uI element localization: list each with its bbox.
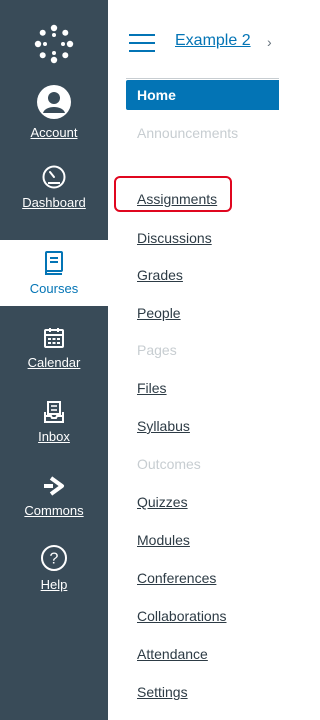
- course-nav-conferences[interactable]: Conferences: [126, 563, 216, 593]
- nav-dashboard[interactable]: Dashboard: [0, 164, 108, 210]
- dashboard-icon: [41, 164, 67, 193]
- course-nav-quizzes[interactable]: Quizzes: [126, 487, 188, 517]
- nav-label-account: Account: [30, 125, 78, 140]
- commons-icon: [42, 474, 66, 501]
- course-nav-pages[interactable]: Pages: [126, 335, 177, 365]
- help-icon: ?: [40, 544, 68, 575]
- header-divider: [126, 78, 279, 79]
- nav-label-commons: Commons: [24, 503, 84, 518]
- course-nav-syllabus[interactable]: Syllabus: [126, 411, 190, 441]
- global-nav: Account Dashboard Courses Calendar Inbox…: [0, 0, 108, 720]
- nav-label-inbox: Inbox: [38, 429, 70, 444]
- nav-label-calendar: Calendar: [27, 355, 81, 370]
- course-nav-attendance[interactable]: Attendance: [126, 639, 208, 669]
- course-nav-discussions[interactable]: Discussions: [126, 223, 212, 253]
- nav-help[interactable]: ? Help: [0, 544, 108, 592]
- courses-icon: [43, 250, 65, 279]
- course-nav-collaborations[interactable]: Collaborations: [126, 601, 227, 631]
- canvas-logo-icon[interactable]: [34, 24, 74, 69]
- assignments-highlight-box: [114, 176, 232, 212]
- course-nav-grades[interactable]: Grades: [126, 260, 183, 290]
- hamburger-icon[interactable]: [129, 34, 155, 57]
- nav-label-courses: Courses: [29, 281, 79, 296]
- nav-courses[interactable]: Courses: [0, 240, 108, 306]
- course-nav-home[interactable]: Home: [126, 80, 279, 110]
- course-nav-people[interactable]: People: [126, 298, 181, 328]
- nav-account[interactable]: Account: [0, 84, 108, 140]
- svg-text:?: ?: [50, 551, 59, 568]
- course-nav-files[interactable]: Files: [126, 373, 167, 403]
- nav-label-help: Help: [40, 577, 68, 592]
- calendar-icon: [42, 326, 66, 353]
- breadcrumb-separator: ›: [267, 34, 272, 50]
- nav-calendar[interactable]: Calendar: [0, 326, 108, 370]
- course-nav-settings[interactable]: Settings: [126, 677, 188, 707]
- nav-commons[interactable]: Commons: [0, 474, 108, 518]
- inbox-icon: [42, 400, 66, 427]
- nav-label-dashboard: Dashboard: [22, 195, 86, 210]
- course-header: Example 2 ›: [108, 0, 279, 78]
- course-nav-modules[interactable]: Modules: [126, 525, 190, 555]
- course-nav-announcements[interactable]: Announcements: [126, 118, 238, 148]
- nav-inbox[interactable]: Inbox: [0, 400, 108, 444]
- account-icon: [36, 84, 72, 123]
- breadcrumb-course-link[interactable]: Example 2: [175, 32, 251, 50]
- course-nav-outcomes[interactable]: Outcomes: [126, 449, 201, 479]
